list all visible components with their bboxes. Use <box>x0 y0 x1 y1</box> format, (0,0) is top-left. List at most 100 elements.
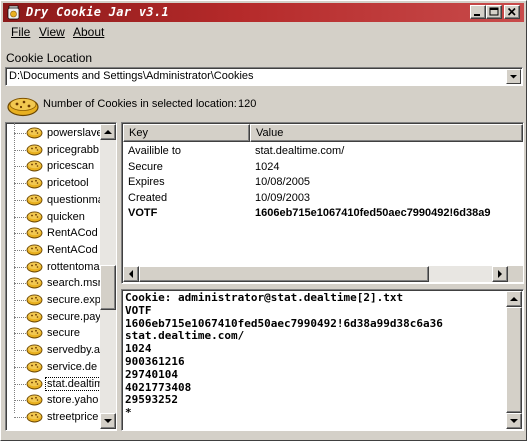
minimize-button[interactable] <box>470 5 486 19</box>
row-value: 1024 <box>255 160 280 173</box>
raw-cookie-text[interactable]: Cookie: administrator@stat.dealtime[2].t… <box>121 289 524 431</box>
tree-item[interactable]: rottentoma <box>6 259 106 275</box>
scroll-corner <box>508 266 523 282</box>
tree-item[interactable]: pricescan <box>6 158 106 174</box>
arrow-left-icon <box>129 270 133 278</box>
tree-item[interactable]: secure <box>6 325 106 341</box>
row-value: stat.dealtime.com/ <box>255 145 345 157</box>
cookie-icon <box>26 411 43 423</box>
cookie-icon <box>26 261 43 273</box>
cookie-icon <box>26 177 43 189</box>
raw-scroll-thumb[interactable] <box>506 307 522 413</box>
tree-item-label: secure.exp <box>47 294 101 306</box>
tree-item-label: quicken <box>47 210 85 223</box>
details-hscrollbar[interactable] <box>123 266 508 282</box>
raw-line: 4021773408 <box>125 380 192 394</box>
row-key: Expires <box>128 176 165 188</box>
cookie-location-label: Cookie Location <box>6 51 93 65</box>
tree-item-label: pricescan <box>47 160 95 173</box>
row-key: Created <box>128 191 168 204</box>
tree-item-label: RentACod <box>47 227 98 240</box>
raw-line: 29593252 <box>125 393 178 407</box>
raw-scroll-down-button[interactable] <box>506 413 522 429</box>
arrow-down-icon <box>104 419 112 423</box>
menu-view[interactable]: View <box>39 25 65 39</box>
tree-item[interactable]: secure.exp <box>6 292 106 308</box>
tree-item[interactable]: search.msr <box>6 275 106 291</box>
raw-line: * <box>125 406 132 420</box>
raw-line: 900361216 <box>125 354 185 368</box>
tree-item[interactable]: secure.pay <box>6 309 106 325</box>
tree-item[interactable]: RentACod <box>6 225 106 241</box>
menu-file[interactable]: File <box>11 25 30 39</box>
tree-item-label: secure <box>47 327 81 340</box>
row-value: 1606eb715e1067410fed50aec7990492!6d38a9 <box>255 207 491 219</box>
arrow-up-icon <box>104 130 112 134</box>
raw-line: 29740104 <box>125 367 178 381</box>
tree-item-label: powerslave <box>47 127 103 139</box>
row-value: 10/09/2003 <box>255 191 311 204</box>
maximize-icon <box>489 7 499 16</box>
cookie-tree[interactable]: powerslave pricegrabb pricescan pricetool qu… <box>5 122 117 431</box>
location-dropdown-button[interactable] <box>506 69 521 84</box>
close-icon <box>507 7 516 16</box>
raw-line: Cookie: administrator@stat.dealtime[2].t… <box>125 292 404 304</box>
cookie-icon <box>26 394 43 406</box>
tree-scrollbar[interactable] <box>100 124 116 429</box>
cookie-count-label: Number of Cookies in selected location: <box>43 98 237 110</box>
cookie-details-list[interactable]: Key Value Availible to stat.dealtime.com/… <box>121 122 524 284</box>
menu-bar: File View About <box>3 23 524 41</box>
window-title: Dry Cookie Jar v3.1 <box>26 5 169 19</box>
tree-item-label: store.yaho <box>47 394 99 407</box>
tree-item[interactable]: stat.dealtim <box>6 376 106 392</box>
cookie-location-select[interactable]: D:\Documents and Settings\Administrator\… <box>5 67 523 86</box>
tree-scroll-down-button[interactable] <box>100 413 116 429</box>
column-header-value[interactable]: Value <box>250 124 523 142</box>
cookie-icon <box>26 361 43 373</box>
tree-item[interactable]: quicken <box>6 209 106 225</box>
tree-item-label: streetprice <box>47 410 99 423</box>
cookie-icon <box>7 97 39 117</box>
chevron-down-icon <box>510 75 517 79</box>
cookie-icon <box>26 227 43 239</box>
cookie-icon <box>26 211 43 222</box>
column-header-key[interactable]: Key <box>123 124 250 142</box>
tree-scroll-up-button[interactable] <box>100 124 116 140</box>
tree-item[interactable]: powerslave <box>6 125 106 141</box>
cookie-count-value: 120 <box>238 98 257 110</box>
tree-item[interactable]: streetprice <box>6 409 106 425</box>
raw-cookie-content: Cookie: administrator@stat.dealtime[2].t… <box>125 292 505 420</box>
tree-item[interactable]: RentACod <box>6 242 106 258</box>
tree-item[interactable]: service.de <box>6 359 106 375</box>
tree-item-label: search.msr <box>47 277 102 290</box>
title-bar[interactable]: Dry Cookie Jar v3.1 <box>3 3 524 22</box>
tree-item[interactable]: store.yaho <box>6 392 106 408</box>
details-scroll-right-button[interactable] <box>492 266 508 282</box>
raw-text-scrollbar[interactable] <box>506 291 522 429</box>
cookie-icon <box>26 311 43 323</box>
tree-scroll-thumb[interactable] <box>100 265 116 310</box>
maximize-button[interactable] <box>486 5 502 19</box>
tree-item-label: stat.dealtim <box>44 376 106 391</box>
menu-about[interactable]: About <box>73 25 104 39</box>
cookie-icon <box>26 294 43 306</box>
tree-item[interactable]: servedby.a <box>6 342 106 358</box>
raw-scroll-up-button[interactable] <box>506 291 522 307</box>
details-scroll-left-button[interactable] <box>123 266 139 282</box>
arrow-down-icon <box>510 419 518 423</box>
arrow-right-icon <box>498 270 502 278</box>
tree-item[interactable]: pricegrabb <box>6 142 106 158</box>
details-scroll-thumb[interactable] <box>139 266 429 282</box>
close-button[interactable] <box>504 5 520 19</box>
cookie-icon <box>26 127 43 139</box>
raw-line: stat.dealtime.com/ <box>125 329 245 343</box>
cookie-icon <box>26 160 43 172</box>
app-window: Dry Cookie Jar v3.1 File View About Cook… <box>0 0 527 441</box>
row-value: 10/08/2005 <box>255 176 311 188</box>
tree-item[interactable]: questionma <box>6 192 106 208</box>
row-key: Secure <box>128 160 163 173</box>
tree-item-label: secure.pay <box>47 310 101 323</box>
tree-item-label: rottentoma <box>47 260 100 273</box>
tree-item[interactable]: pricetool <box>6 175 106 191</box>
tree-item-label: service.de <box>47 360 98 373</box>
